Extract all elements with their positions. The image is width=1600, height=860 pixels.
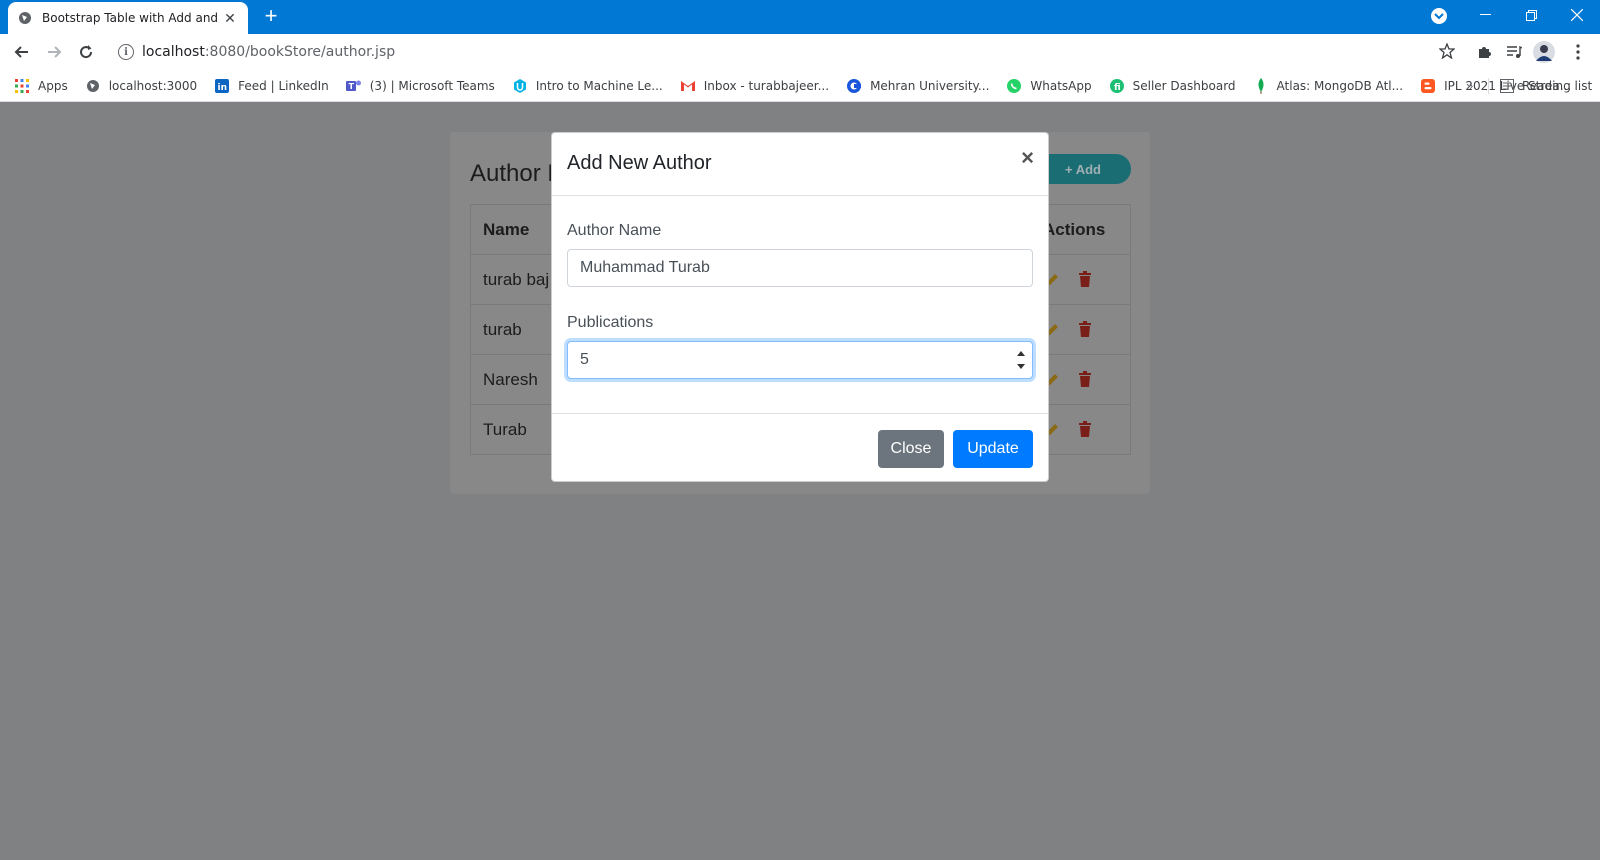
url-host: localhost	[142, 44, 205, 60]
bookmark-localhost[interactable]: localhost:3000	[85, 78, 197, 94]
modal-footer: Close Update	[552, 414, 1048, 482]
bookmark-seller-dashboard[interactable]: fi Seller Dashboard	[1109, 78, 1236, 94]
reading-list-button[interactable]: Reading list	[1500, 70, 1592, 102]
udacity-icon	[512, 78, 528, 94]
blogger-icon	[1420, 78, 1436, 94]
mongodb-icon	[1253, 77, 1269, 94]
globe-icon	[85, 78, 101, 94]
browser-toolbar: i localhost:8080/bookStore/author.jsp	[0, 34, 1600, 70]
bookmarks-overflow-chevron-icon[interactable]: »	[1466, 78, 1473, 93]
bookmark-gmail[interactable]: Inbox - turabbajeer...	[680, 78, 829, 94]
teams-icon: T	[345, 78, 362, 94]
bookmark-label: Inbox - turabbajeer...	[703, 78, 830, 93]
bookmark-label: Feed | LinkedIn	[238, 78, 329, 93]
author-name-label: Author Name	[567, 222, 662, 239]
add-author-button[interactable]: + Add	[1035, 154, 1131, 184]
fiverr-icon: fi	[1109, 78, 1125, 94]
reading-list-label: Reading list	[1522, 79, 1593, 93]
delete-trash-icon[interactable]	[1078, 271, 1096, 289]
bookmark-label: Apps	[38, 78, 68, 93]
whatsapp-icon	[1006, 78, 1022, 94]
profile-avatar[interactable]	[1532, 40, 1556, 64]
delete-trash-icon[interactable]	[1078, 371, 1096, 389]
number-spinner-icon[interactable]	[1016, 351, 1026, 369]
bookmark-whatsapp[interactable]: WhatsApp	[1006, 78, 1092, 94]
extensions-puzzle-icon[interactable]	[1472, 40, 1496, 64]
window-close-icon[interactable]	[1554, 0, 1600, 30]
publications-input[interactable]	[567, 341, 1033, 379]
forward-arrow-icon[interactable]	[42, 40, 66, 64]
bookmark-mehran[interactable]: Mehran University...	[846, 78, 989, 94]
bookmark-star-icon[interactable]	[1438, 42, 1456, 64]
globe-icon	[18, 11, 32, 25]
delete-trash-icon[interactable]	[1078, 421, 1096, 439]
bookmarks-bar: Apps localhost:3000 in Feed | LinkedIn T…	[0, 70, 1600, 102]
media-control-icon[interactable]	[1502, 40, 1526, 64]
gmail-icon	[680, 78, 696, 94]
reload-icon[interactable]	[74, 40, 98, 64]
add-author-modal: Add New Author × Author Name Publication…	[551, 132, 1049, 482]
bookmark-label: Intro to Machine Le...	[535, 78, 663, 93]
bookmark-mongodb[interactable]: Atlas: MongoDB Atl...	[1253, 77, 1404, 94]
bookmark-label: WhatsApp	[1030, 78, 1092, 93]
minimize-icon[interactable]	[1462, 0, 1508, 30]
chrome-menu-icon[interactable]	[1566, 40, 1590, 64]
bookmark-label: localhost:3000	[108, 78, 198, 93]
update-button[interactable]: Update	[953, 430, 1033, 468]
modal-header: Add New Author ×	[552, 133, 1048, 196]
linkedin-icon: in	[214, 78, 230, 94]
bookmark-label: Mehran University...	[870, 78, 990, 93]
address-bar[interactable]: i localhost:8080/bookStore/author.jsp	[110, 37, 1465, 67]
bookmark-label: (3) | Microsoft Teams	[369, 78, 495, 93]
modal-close-icon[interactable]: ×	[1021, 147, 1034, 169]
url-text: localhost:8080/bookStore/author.jsp	[142, 44, 395, 60]
publications-field-wrapper	[552, 341, 1050, 379]
svg-text:T: T	[348, 82, 354, 91]
tab-strip: Bootstrap Table with Add and Delete ✕ +	[0, 0, 1600, 34]
tab-search-icon[interactable]	[1431, 8, 1447, 24]
bookmark-teams[interactable]: T (3) | Microsoft Teams	[345, 78, 495, 94]
publications-label: Publications	[567, 314, 654, 331]
restore-icon[interactable]	[1508, 0, 1554, 30]
svg-text:in: in	[218, 83, 228, 93]
browser-tab[interactable]: Bootstrap Table with Add and Delete ✕	[8, 2, 248, 34]
delete-trash-icon[interactable]	[1078, 321, 1096, 339]
new-tab-button[interactable]: +	[260, 5, 282, 28]
back-arrow-icon[interactable]	[10, 40, 34, 64]
reading-list-icon	[1500, 79, 1514, 93]
bookmark-label: Atlas: MongoDB Atl...	[1276, 78, 1404, 93]
bookmarks-divider	[1488, 78, 1489, 94]
modal-body: Author Name Publications	[552, 196, 1048, 414]
mehran-icon	[846, 78, 862, 94]
apps-grid-icon	[14, 78, 30, 94]
tab-title: Bootstrap Table with Add and Delete	[42, 11, 222, 25]
bookmark-label: Seller Dashboard	[1132, 78, 1236, 93]
close-button[interactable]: Close	[878, 430, 944, 468]
bookmark-udacity[interactable]: Intro to Machine Le...	[512, 78, 663, 94]
svg-text:fi: fi	[1114, 83, 1121, 93]
site-info-icon[interactable]: i	[118, 44, 134, 60]
tab-close-icon[interactable]: ✕	[222, 10, 238, 26]
bookmark-linkedin[interactable]: in Feed | LinkedIn	[214, 78, 329, 94]
modal-title: Add New Author	[567, 152, 712, 174]
bookmark-apps[interactable]: Apps	[14, 78, 68, 94]
author-name-input[interactable]	[567, 249, 1033, 287]
url-path: :8080/bookStore/author.jsp	[204, 44, 396, 60]
